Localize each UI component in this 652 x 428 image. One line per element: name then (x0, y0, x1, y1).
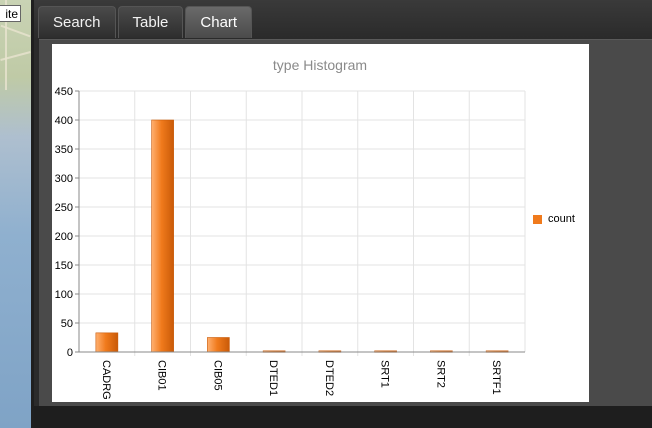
tab-table[interactable]: Table (117, 6, 184, 38)
chart-container: type Histogram 0 50 100 150 200 250 300 350 400 4… (52, 44, 589, 402)
y-tick-label: 150 (55, 260, 73, 272)
x-tick-label: CIB05 (211, 360, 223, 391)
bar-cib01[interactable] (151, 119, 174, 353)
tab-search[interactable]: Search (38, 6, 116, 38)
status-bar (34, 406, 652, 428)
chart-legend: count (533, 213, 575, 225)
chart-title: type Histogram (273, 57, 367, 73)
x-tick-label: SRT1 (379, 360, 391, 388)
y-tick-label: 100 (55, 289, 73, 301)
x-tick-label: SRTF1 (490, 360, 502, 395)
panel-divider (37, 39, 39, 406)
y-tick-label: 350 (55, 144, 73, 156)
histogram-chart: type Histogram 0 50 100 150 200 250 300 350 400 4… (55, 57, 526, 400)
map-place-label: ite (0, 5, 21, 22)
y-tick-label: 450 (55, 86, 73, 98)
y-tick-label: 400 (55, 115, 73, 127)
y-tick-label: 0 (67, 347, 73, 359)
x-tick-label: DTED2 (323, 360, 335, 396)
map-background[interactable]: ite (0, 0, 31, 428)
legend-label-count: count (548, 213, 575, 225)
panel-edge (31, 0, 34, 428)
x-tick-label: SRT2 (434, 360, 446, 388)
x-tick-label: DTED1 (267, 360, 279, 396)
tab-chart[interactable]: Chart (185, 6, 253, 38)
y-tick-label: 50 (61, 318, 73, 330)
y-tick-label: 300 (55, 173, 73, 185)
legend-swatch (533, 214, 542, 224)
y-tick-label: 200 (55, 231, 73, 243)
y-tick-label: 250 (55, 202, 73, 214)
x-tick-label: CIB01 (156, 360, 168, 391)
bar-cadrg[interactable] (95, 332, 119, 353)
x-tick-label: CADRG (100, 360, 112, 400)
bar-cib05[interactable] (207, 337, 230, 353)
tab-list: Search Table Chart (38, 6, 253, 39)
